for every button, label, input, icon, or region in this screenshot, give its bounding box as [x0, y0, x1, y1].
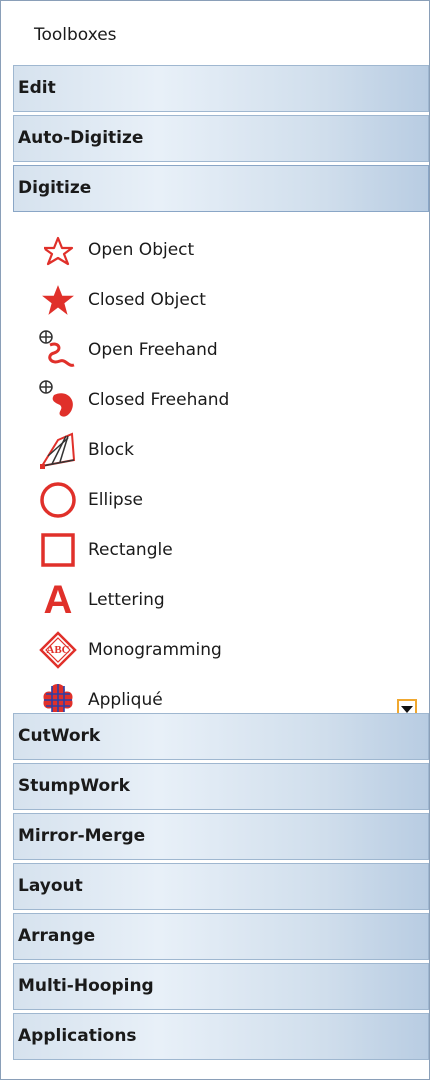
lettering-glyph: A — [43, 578, 73, 622]
closed-freehand-icon — [37, 379, 79, 421]
tool-label: Monogramming — [88, 640, 222, 660]
digitize-tool-list: Open Object Closed Object Open Freehand … — [13, 212, 429, 712]
section-digitize[interactable]: Digitize — [13, 165, 429, 212]
section-layout[interactable]: Layout — [13, 863, 429, 910]
section-stumpwork[interactable]: StumpWork — [13, 763, 429, 810]
tool-monogramming[interactable]: ABC Monogramming — [13, 626, 413, 674]
lettering-icon: A — [37, 579, 79, 621]
tool-label: Closed Object — [88, 290, 206, 310]
tool-lettering[interactable]: A Lettering — [13, 576, 413, 624]
tool-label: Closed Freehand — [88, 390, 230, 410]
tool-label: Ellipse — [88, 490, 144, 510]
chevron-down-icon — [401, 705, 413, 713]
tool-label: Block — [88, 440, 134, 460]
rectangle-icon — [37, 529, 79, 571]
section-edit[interactable]: Edit — [13, 65, 429, 112]
tool-ellipse[interactable]: Ellipse — [13, 476, 413, 524]
section-applications[interactable]: Applications — [13, 1013, 429, 1060]
section-arrange[interactable]: Arrange — [13, 913, 429, 960]
tool-label: Rectangle — [88, 540, 173, 560]
ellipse-icon — [37, 479, 79, 521]
tool-label: Open Freehand — [88, 340, 218, 360]
monogramming-icon: ABC — [37, 629, 79, 671]
open-freehand-icon — [37, 329, 79, 371]
section-multi-hooping[interactable]: Multi-Hooping — [13, 963, 429, 1010]
toolboxes-title: Toolboxes — [34, 25, 117, 45]
tool-closed-freehand[interactable]: Closed Freehand — [13, 376, 413, 424]
tool-label: Appliqué — [88, 690, 163, 710]
tool-label: Open Object — [88, 240, 195, 260]
open-object-icon — [37, 229, 79, 271]
monogram-text: ABC — [46, 644, 70, 656]
tool-block[interactable]: Block — [13, 426, 413, 474]
tool-open-freehand[interactable]: Open Freehand — [13, 326, 413, 374]
section-cutwork[interactable]: CutWork — [13, 713, 429, 760]
tool-rectangle[interactable]: Rectangle — [13, 526, 413, 574]
tool-closed-object[interactable]: Closed Object — [13, 276, 413, 324]
block-icon — [37, 429, 79, 471]
tool-open-object[interactable]: Open Object — [13, 226, 413, 274]
section-mirror-merge[interactable]: Mirror-Merge — [13, 813, 429, 860]
tool-label: Lettering — [88, 590, 165, 610]
toolboxes-panel: Toolboxes Edit Auto-Digitize Digitize Op… — [0, 0, 430, 1080]
applique-icon — [37, 679, 79, 712]
section-auto-digitize[interactable]: Auto-Digitize — [13, 115, 429, 162]
tool-applique[interactable]: Appliqué — [13, 676, 413, 712]
closed-object-icon — [37, 279, 79, 321]
